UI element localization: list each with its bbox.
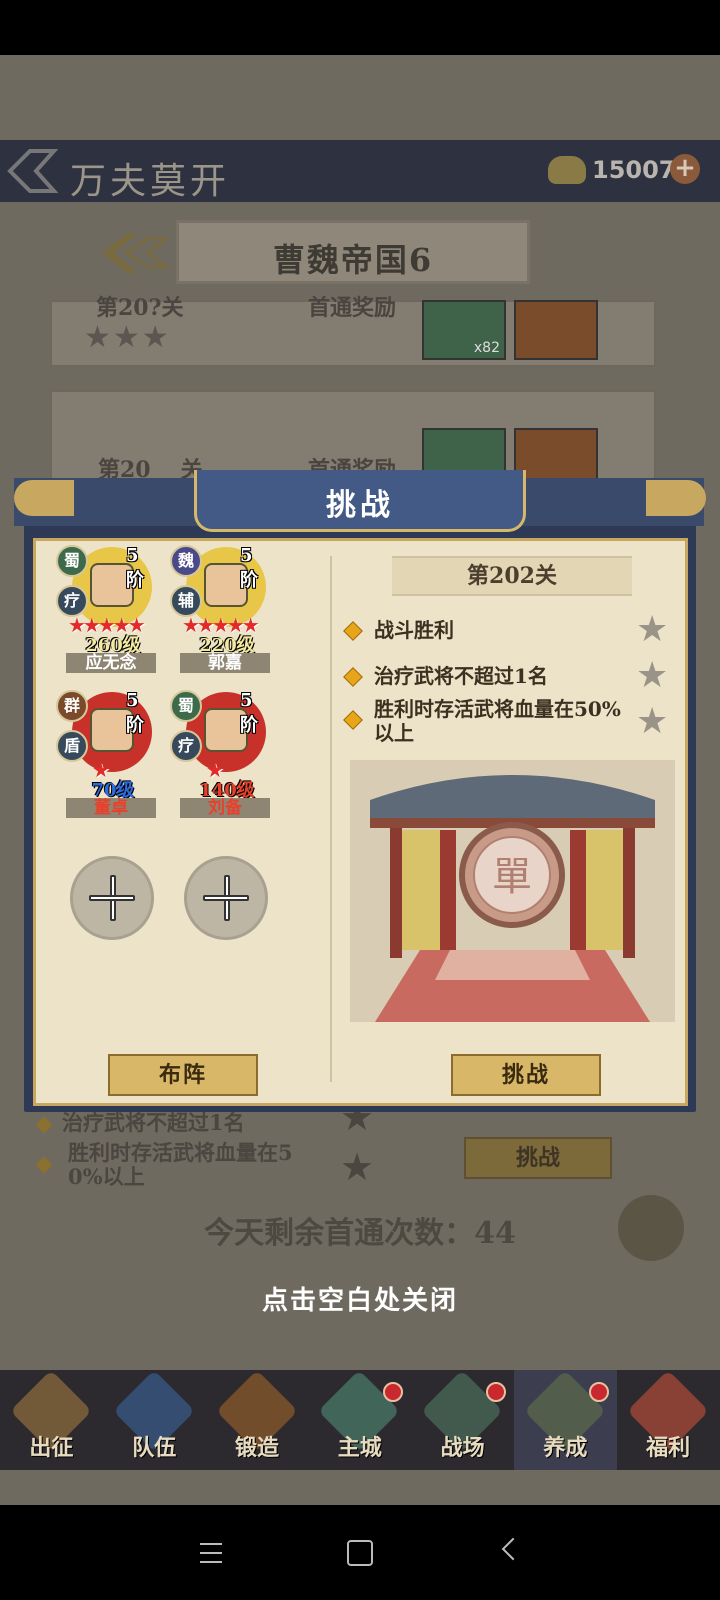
drum-emblem-text: 單 — [492, 854, 532, 900]
faction-badge: 蜀 — [170, 690, 202, 722]
hero-slot[interactable]: 蜀 疗 5阶 ★★★★★ 260级 应无念 — [56, 545, 156, 675]
objective-item: 战斗胜利 — [343, 618, 626, 642]
hero-name: 董卓 — [94, 798, 128, 818]
notification-badge — [485, 1382, 506, 1402]
notification-badge — [383, 1382, 404, 1402]
star-icon: ★ — [636, 655, 669, 696]
formation-button[interactable]: 布阵 — [108, 1054, 258, 1096]
stage-scene-image: 單 — [350, 760, 675, 1022]
nav-item-battlefield[interactable]: 战场 — [411, 1369, 514, 1470]
dialog-ornament-right — [646, 480, 706, 516]
stage-label: 第20?关 — [96, 295, 184, 321]
chapter-title: 曹魏帝国6 — [272, 241, 434, 279]
hero-rank: 5阶 — [240, 545, 258, 591]
remaining-attempts: 今天剩余首通次数：44 — [204, 1216, 516, 1251]
recent-apps-icon[interactable] — [200, 1543, 222, 1570]
currency-value: 15007 — [592, 156, 676, 184]
add-currency-button[interactable]: + — [670, 154, 700, 184]
dialog-divider — [330, 556, 332, 1082]
challenge-button[interactable]: 挑战 — [451, 1054, 601, 1096]
dialog-title: 挑战 — [326, 488, 394, 523]
hero-slot[interactable]: 蜀 疗 5阶 ★ 140级 刘备 — [170, 690, 270, 820]
stage-card[interactable]: 第20?关 首通奖励 ★★★ x82 — [50, 295, 656, 367]
nav-item-expedition[interactable]: 出征 — [0, 1369, 103, 1470]
hero-slot[interactable]: 群 盾 5阶 ★ 70级 董卓 — [56, 690, 156, 820]
hero-rank: 5阶 — [240, 690, 258, 736]
page-title: 万夫莫开 — [70, 161, 231, 202]
role-badge: 盾 — [56, 730, 88, 762]
hero-slot[interactable]: 魏 辅 5阶 ★★★★★ 220级 郭嘉 — [170, 545, 270, 675]
home-icon[interactable] — [347, 1540, 373, 1566]
add-hero-button[interactable] — [70, 856, 154, 940]
challenge-button-background[interactable]: 挑战 — [464, 1137, 612, 1179]
faction-badge: 魏 — [170, 545, 202, 577]
star-icon: ★ — [636, 701, 669, 742]
add-hero-button[interactable] — [184, 856, 268, 940]
reward-item-count: x82 — [473, 340, 500, 356]
system-navigation-bar — [0, 1505, 720, 1600]
hero-rank: 5阶 — [126, 545, 144, 591]
stage-banner: 第202关 — [392, 556, 632, 596]
star-icon: ★ — [636, 609, 669, 650]
hero-name: 刘备 — [208, 798, 242, 818]
diamond-icon — [35, 1116, 53, 1133]
reward-item[interactable]: x82 — [422, 300, 506, 360]
previous-chapter-icon[interactable] — [98, 225, 170, 281]
notification-badge — [588, 1382, 609, 1402]
faction-badge: 蜀 — [56, 545, 88, 577]
nav-item-team[interactable]: 队伍 — [103, 1369, 206, 1470]
gold-ingot-icon — [548, 156, 586, 184]
objective-item: 胜利时存活武将血量在50%以上 — [35, 1141, 293, 1189]
return-icon[interactable] — [618, 1195, 684, 1261]
hero-name-plate: 郭嘉 — [180, 653, 270, 673]
faction-badge: 群 — [56, 690, 88, 722]
objective-item: 胜利时存活武将血量在50%以上 — [343, 697, 622, 745]
bottom-nav: 出征 队伍 锻造 主城 战场 养成 福利 — [0, 1369, 720, 1470]
close-hint[interactable]: 点击空白处关闭 — [0, 1280, 720, 1317]
hero-name-plate: 董卓 — [66, 798, 156, 818]
stage-stars: ★★★ — [84, 320, 171, 355]
nav-item-cultivation[interactable]: 养成 — [513, 1369, 617, 1470]
chapter-banner: 曹魏帝国6 — [176, 220, 530, 284]
reward-label: 首通奖励 — [308, 295, 397, 321]
nav-item-forge[interactable]: 锻造 — [206, 1369, 309, 1470]
star-icon: ★ — [340, 1145, 375, 1189]
palace-drum-illustration: 單 — [350, 760, 675, 1022]
hero-name: 郭嘉 — [208, 653, 242, 673]
nav-item-main-city[interactable]: 主城 — [308, 1369, 411, 1470]
back-icon[interactable] — [501, 1537, 525, 1561]
hero-name-plate: 应无念 — [66, 653, 156, 673]
hero-name: 应无念 — [85, 653, 137, 673]
objective-item: 治疗武将不超过1名 — [343, 664, 626, 688]
dialog-title-plate: 挑战 — [194, 470, 526, 532]
nav-item-welfare[interactable]: 福利 — [617, 1369, 720, 1470]
currency-display: 15007 + — [548, 154, 700, 188]
hero-rank: 5阶 — [126, 690, 144, 736]
hero-name-plate: 刘备 — [180, 798, 270, 818]
role-badge: 疗 — [170, 730, 202, 762]
dialog-ornament-left — [14, 480, 74, 516]
reward-item[interactable] — [514, 300, 598, 360]
back-arrow-icon[interactable] — [6, 143, 58, 199]
